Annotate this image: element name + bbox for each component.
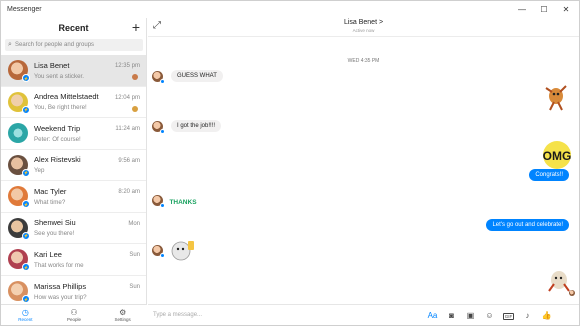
message-bubble-outgoing: Congrats!! [529,169,569,181]
conversation-time: Sun [129,283,140,290]
contact-avatar [152,195,165,208]
conversation-time: 12:04 pm [114,94,140,101]
recent-title: Recent [58,22,89,33]
avatar [8,123,28,144]
search-input[interactable]: ⌕ Search for people and groups [5,39,143,51]
title-bar: Messenger — ☐ ✕ [1,1,579,18]
messenger-badge-icon: ⚡ [22,231,30,240]
contact-status: Active now [352,28,375,33]
clock-icon: ◷ [21,308,29,317]
contact-name[interactable]: Lisa Benet > [148,19,579,26]
conversation-item[interactable]: ⚡ Alex Ristevski Yep 9:56 am [1,150,146,181]
message-bubble-outgoing: Let's go out and celebrate! [486,219,569,231]
message-composer: Type a message... Aa ◙ ▣ ☺ GIF ♪ 👍 [148,304,579,325]
conversation-preview: You, Be right there! [34,104,87,112]
window-title: Messenger [7,6,42,13]
maximize-button[interactable]: ☐ [533,1,555,18]
avatar: ⚡ [8,186,30,209]
new-message-button[interactable]: + [132,20,140,34]
messenger-badge-icon: ⚡ [22,74,30,83]
camera-icon[interactable]: ◙ [442,311,461,320]
gear-icon: ⚙ [119,308,127,317]
contact-avatar [152,121,165,134]
conversation-preview: Peter: Of course! [34,135,81,143]
conversation-item[interactable]: ⚡ Marissa Phillips How was your trip? Sun [1,276,146,308]
conversation-item[interactable]: ⚡ Mac Tyler What time? 8:20 am [1,181,146,213]
microphone-icon[interactable]: ♪ [518,311,537,320]
seen-avatar-icon [132,105,138,112]
avatar: ⚡ [8,217,30,240]
minimize-button[interactable]: — [511,1,533,18]
messenger-badge-icon: ⚡ [22,105,30,114]
chat-header: ⤢ Lisa Benet > Active now [148,18,579,37]
dancing-sticker [545,85,567,111]
conversation-list: ⚡ Lisa Benet You sent a sticker. 12:35 pm… [1,55,146,307]
emoji-icon[interactable]: ☺ [480,311,499,320]
avatar: ⚡ [8,281,30,304]
nav-label: Recent [18,317,33,322]
conversation-preview: How was your trip? [34,293,87,301]
nav-people[interactable]: ⚇ People [50,305,99,325]
omg-sticker-text: OMG [543,149,572,163]
nav-recent[interactable]: ◷ Recent [1,305,50,325]
messenger-window: Messenger — ☐ ✕ Recent + ⌕ Search for pe… [0,0,580,326]
conversation-time: 9:56 am [118,157,140,164]
avatar: ⚡ [8,249,30,272]
conversation-preview: Yep [34,167,45,175]
conversation-time: 8:20 am [118,189,140,195]
chat-pane: ⤢ Lisa Benet > Active now WED 4:35 PM GU… [148,18,579,325]
close-button[interactable]: ✕ [555,1,577,18]
conversation-time: Sun [129,252,140,258]
message-timestamp: WED 4:35 PM [347,58,380,64]
conversation-preview: See you there! [34,230,75,238]
conversation-preview: What time? [34,198,66,206]
contact-avatar [152,245,165,258]
gif-label: GIF [502,312,515,320]
nav-label: People [67,317,82,322]
conversation-header: Recent + [1,18,146,37]
thanks-sticker: THANKS [169,189,197,213]
nav-settings[interactable]: ⚙ Settings [98,305,147,325]
image-icon[interactable]: ▣ [461,311,480,320]
conversation-time: 12:35 pm [114,63,140,69]
messenger-badge-icon: ⚡ [22,263,30,272]
conversation-item[interactable]: ⚡ Andrea Mittelstaedt You, Be right there… [1,87,146,118]
message-bubble-incoming: I got the job!!!! [171,120,222,132]
message-input[interactable]: Type a message... [153,312,423,318]
messenger-badge-icon: ⚡ [22,295,30,304]
conversation-time: 11:24 am [115,126,140,132]
conversation-item[interactable]: ⚡ Kari Lee That works for me Sun [1,244,146,276]
text-format-icon[interactable]: Aa [423,311,442,320]
messenger-badge-icon: ⚡ [22,168,30,177]
gif-icon[interactable]: GIF [499,311,518,320]
conversation-time: Mon [128,220,140,227]
contact-avatar [152,71,165,84]
conversation-item[interactable]: Weekend Trip Peter: Of course! 11:24 am [1,118,146,150]
search-placeholder: Search for people and groups [15,42,95,48]
omg-sticker: OMG [543,141,572,169]
avatar: ⚡ [8,154,30,177]
like-icon[interactable]: 👍 [537,311,556,320]
people-icon: ⚇ [70,308,78,317]
conversation-item[interactable]: ⚡ Shenwei Siu See you there! Mon [1,213,146,244]
conversation-item[interactable]: ⚡ Lisa Benet You sent a sticker. 12:35 pm [1,55,146,87]
conversation-pane: Recent + ⌕ Search for people and groups … [1,18,147,325]
conversation-preview: You sent a sticker. [34,72,84,80]
search-icon: ⌕ [8,41,12,48]
messenger-badge-icon: ⚡ [22,200,30,209]
seen-avatar-icon [132,74,138,80]
bottom-nav: ◷ Recent ⚇ People ⚙ Settings [1,304,147,325]
nav-label: Settings [114,317,131,322]
cheers-sticker [171,241,194,261]
avatar: ⚡ [8,91,30,114]
conversation-preview: That works for me [34,261,84,269]
message-bubble-incoming: GUESS WHAT [171,70,223,82]
thanks-sticker-text: THANKS [169,199,197,206]
read-receipt-icon [569,290,575,296]
avatar: ⚡ [8,60,30,83]
